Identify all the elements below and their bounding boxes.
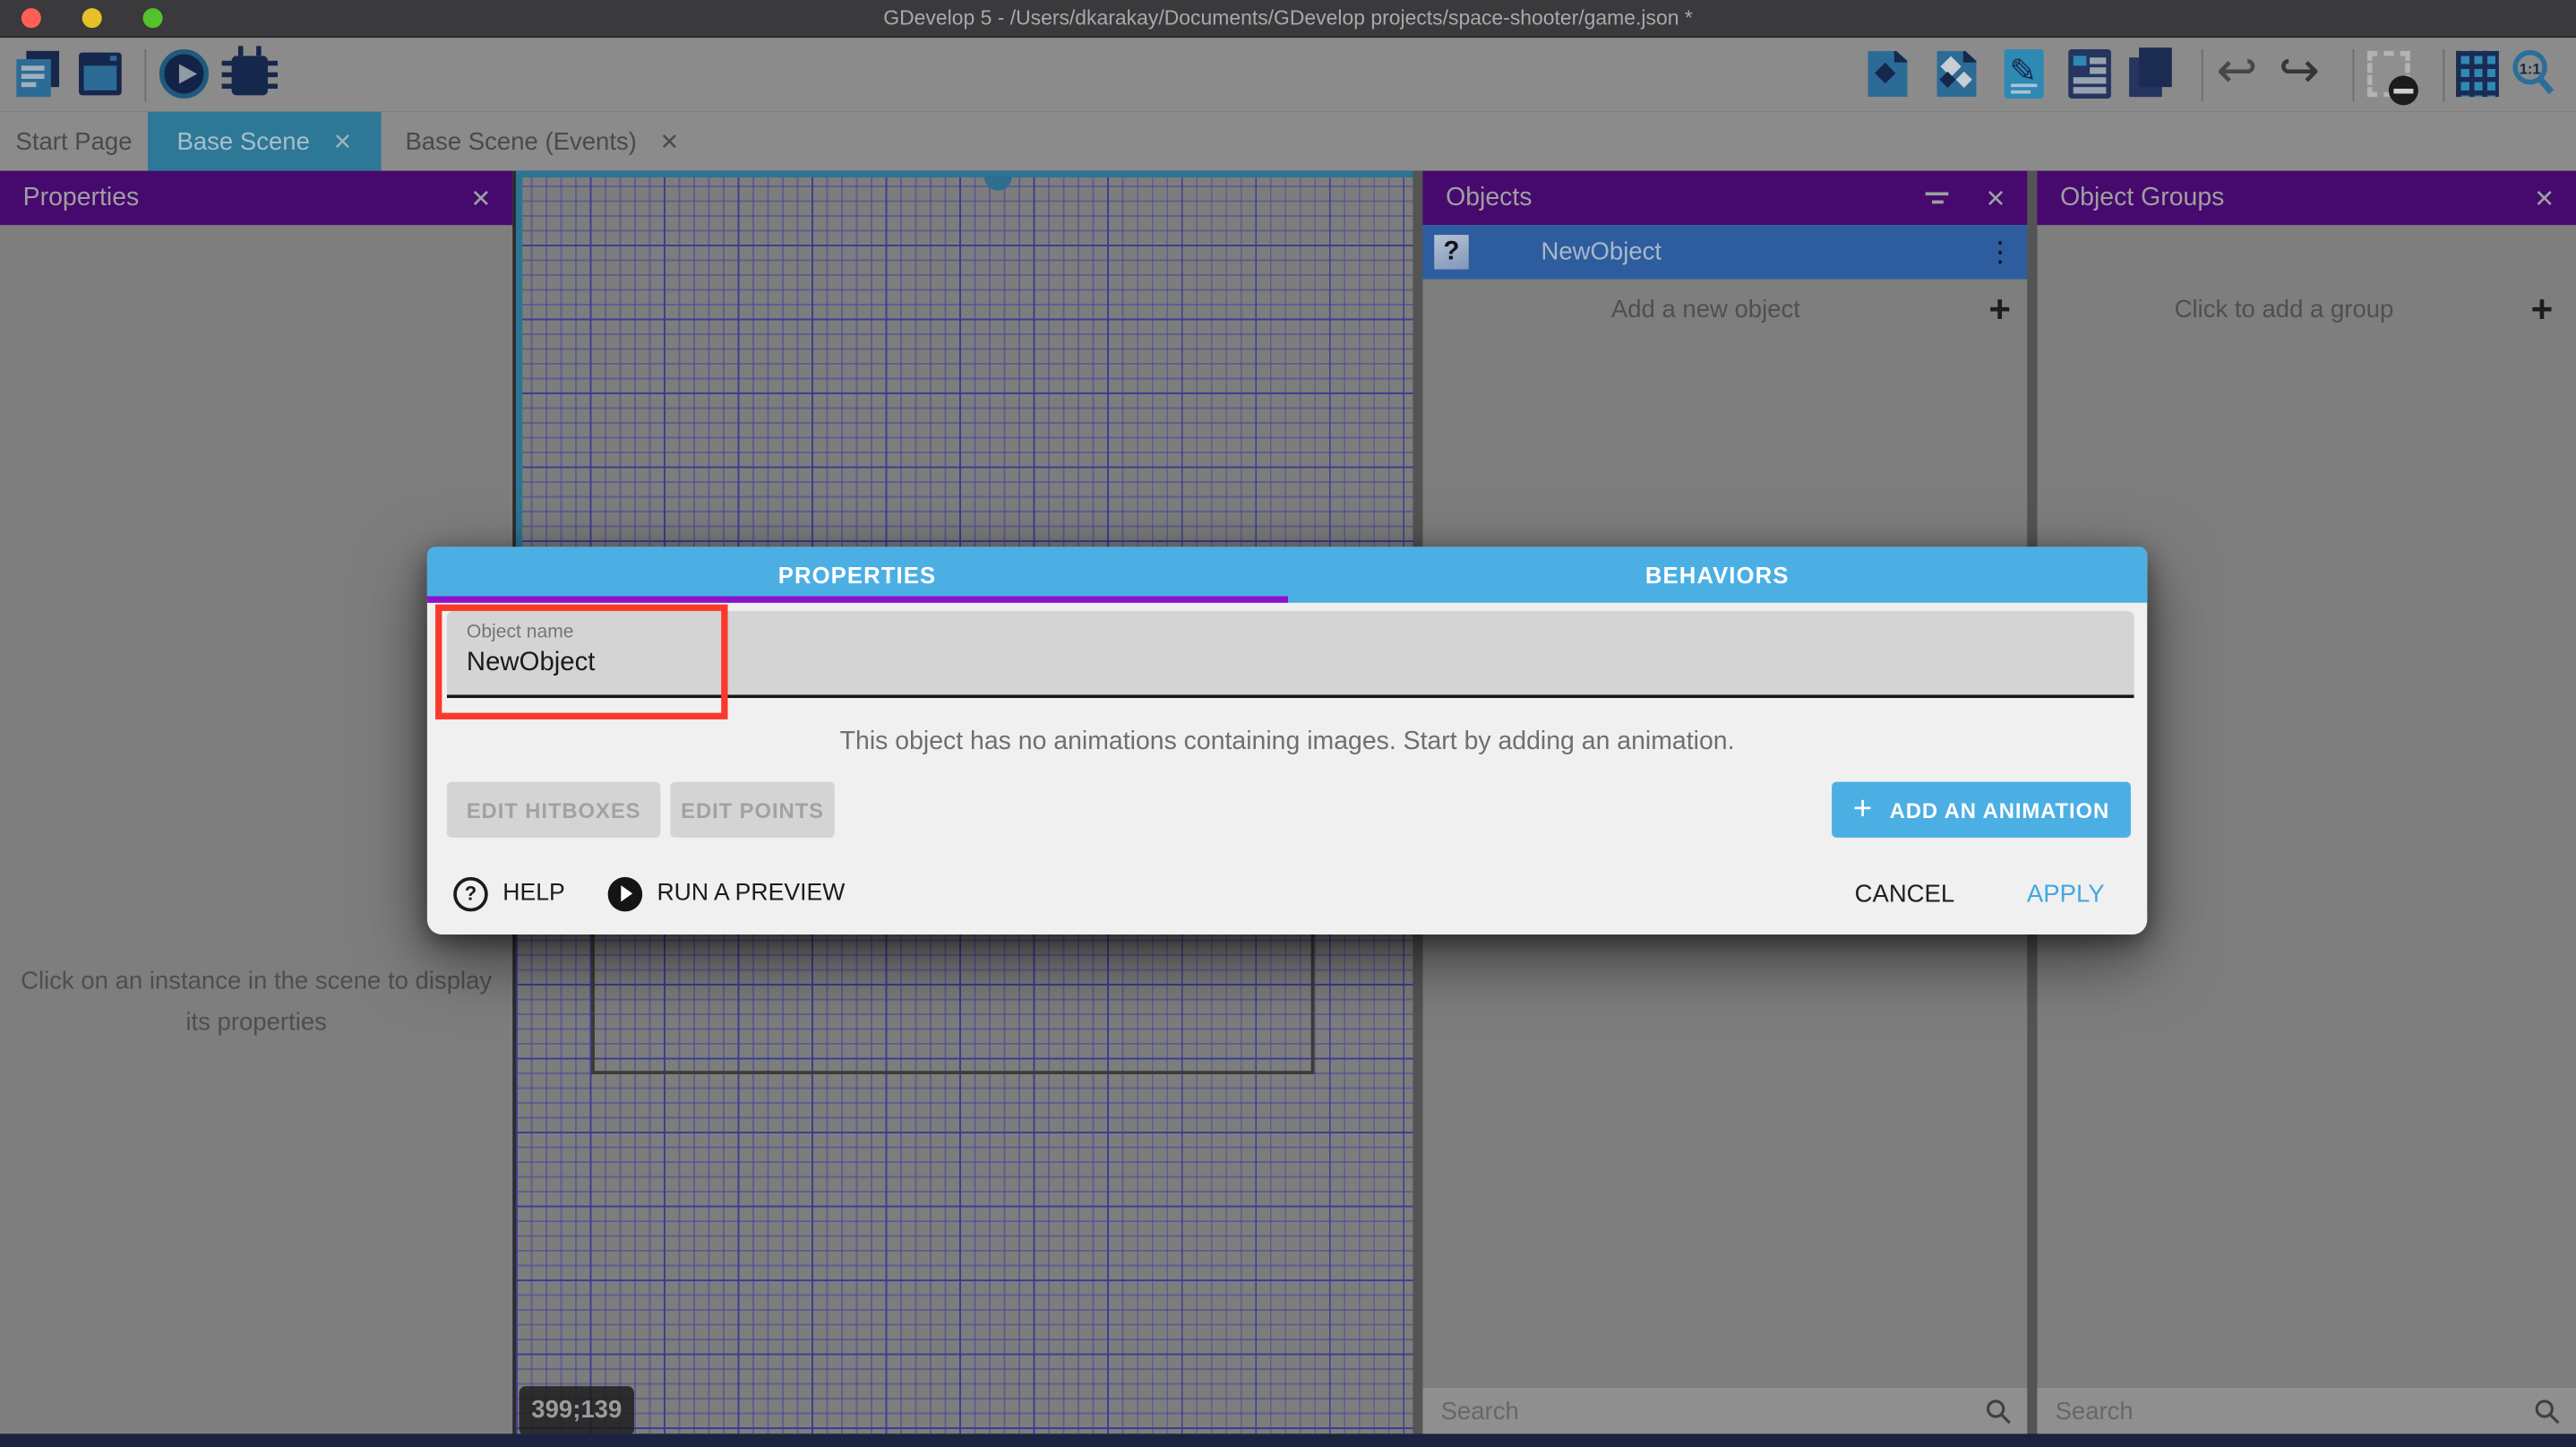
no-animations-message: This object has no animations containing… <box>427 728 2147 757</box>
minimize-window-button[interactable] <box>82 8 102 28</box>
edit-events-list-icon[interactable] <box>2068 49 2111 99</box>
play-icon[interactable] <box>607 876 642 910</box>
add-object-label: Add a new object <box>1422 296 1988 323</box>
tab-label: Start Page <box>16 127 133 155</box>
tab-label: Base Scene <box>177 127 310 155</box>
object-name: NewObject <box>1541 238 1986 266</box>
copies-stack-icon[interactable] <box>2129 57 2162 97</box>
close-panel-icon[interactable]: ✕ <box>470 183 491 212</box>
groups-search-input[interactable] <box>2037 1395 2533 1426</box>
tab-label: Base Scene (Events) <box>405 127 636 155</box>
objects-search-bar <box>1422 1388 2027 1434</box>
plus-icon[interactable]: + <box>1988 288 2011 332</box>
add-group-label: Click to add a group <box>2037 296 2530 323</box>
main-toolbar: ✎ ↩ ↪ 1:1 <box>0 38 2576 111</box>
plus-icon: + <box>1853 791 1873 829</box>
window-control-dot <box>110 56 116 60</box>
publish-project-icon[interactable] <box>1937 51 1977 97</box>
canvas-left-scrollbar[interactable] <box>516 171 522 599</box>
annotation-highlight-rectangle <box>435 605 727 719</box>
kebab-menu-icon[interactable]: ⋮ <box>1987 236 2014 269</box>
tab-base-scene-events[interactable]: Base Scene (Events) ✕ <box>382 112 704 171</box>
debug-icon[interactable] <box>232 56 268 95</box>
redo-icon[interactable]: ↪ <box>2279 47 2320 97</box>
window-title: GDevelop 5 - /Users/dkarakay/Documents/G… <box>0 0 2576 36</box>
dialog-footer: ? HELP RUN A PREVIEW CANCEL APPLY <box>427 869 2147 918</box>
help-button[interactable]: HELP <box>502 881 564 907</box>
canvas-top-scrollbar[interactable] <box>516 171 1416 177</box>
properties-empty-message: Click on an instance in the scene to dis… <box>0 960 512 1043</box>
toggle-grid-icon[interactable] <box>2456 51 2499 97</box>
edit-points-button[interactable]: EDIT POINTS <box>670 782 834 838</box>
editor-tabbar: Start Page Base Scene ✕ Base Scene (Even… <box>0 112 2576 171</box>
help-icon[interactable]: ? <box>453 876 488 910</box>
groups-search-bar <box>2037 1388 2576 1434</box>
object-thumbnail-icon: ? <box>1434 235 1469 269</box>
search-icon <box>2533 1397 2561 1425</box>
macos-titlebar: GDevelop 5 - /Users/dkarakay/Documents/G… <box>0 0 2576 38</box>
object-editor-dialog: PROPERTIES BEHAVIORS Object name NewObje… <box>427 547 2147 935</box>
screenshot-root: GDevelop 5 - /Users/dkarakay/Documents/G… <box>0 0 2576 1447</box>
add-object-row[interactable]: Add a new object + <box>1422 280 2027 340</box>
filter-icon[interactable] <box>1926 187 1949 209</box>
tab-start-page[interactable]: Start Page <box>0 112 148 171</box>
undo-icon[interactable]: ↩ <box>2216 47 2257 97</box>
properties-panel-header: Properties ✕ <box>0 171 512 225</box>
objects-panel-header: Objects ✕ <box>1422 171 2027 225</box>
cancel-button[interactable]: CANCEL <box>1855 880 1955 908</box>
close-tab-icon[interactable]: ✕ <box>333 127 353 155</box>
close-panel-icon[interactable]: ✕ <box>1985 183 2005 212</box>
export-project-icon[interactable] <box>1868 51 1907 97</box>
scroll-thumb[interactable] <box>984 176 1012 190</box>
cursor-coordinates-badge: 399;139 <box>519 1386 634 1434</box>
start-page-window-icon[interactable] <box>79 53 122 96</box>
panel-title: Properties <box>23 183 471 212</box>
dialog-tab-properties[interactable]: PROPERTIES <box>427 547 1287 602</box>
project-manager-icon[interactable] <box>16 51 59 97</box>
dialog-tabbar: PROPERTIES BEHAVIORS <box>427 547 2147 602</box>
close-window-button[interactable] <box>21 8 41 28</box>
close-panel-icon[interactable]: ✕ <box>2534 183 2555 212</box>
gdevelop-window: GDevelop 5 - /Users/dkarakay/Documents/G… <box>0 0 2576 1447</box>
panel-title: Object Groups <box>2060 183 2534 212</box>
object-groups-panel-header: Object Groups ✕ <box>2037 171 2576 225</box>
toolbar-divider <box>2443 49 2444 102</box>
apply-button[interactable]: APPLY <box>2027 880 2105 908</box>
objects-search-input[interactable] <box>1422 1395 1984 1426</box>
run-preview-button[interactable]: RUN A PREVIEW <box>657 881 845 907</box>
edit-hitboxes-button[interactable]: EDIT HITBOXES <box>447 782 660 838</box>
toolbar-divider <box>2202 49 2203 102</box>
panel-title: Objects <box>1446 183 1926 212</box>
zoom-original-icon[interactable]: 1:1 <box>2511 49 2556 95</box>
dialog-tab-behaviors[interactable]: BEHAVIORS <box>1287 547 2147 602</box>
add-group-row[interactable]: Click to add a group + <box>2037 280 2576 340</box>
toolbar-divider <box>2353 49 2355 102</box>
close-tab-icon[interactable]: ✕ <box>660 127 680 155</box>
plus-icon[interactable]: + <box>2531 288 2554 332</box>
search-icon <box>1985 1397 2013 1425</box>
edit-scene-icon[interactable]: ✎ <box>2005 49 2044 99</box>
preview-play-icon[interactable] <box>159 49 209 99</box>
tab-base-scene[interactable]: Base Scene ✕ <box>148 112 381 171</box>
window-bottom-edge <box>0 1434 2576 1447</box>
svg-text:1:1: 1:1 <box>2520 61 2541 77</box>
toggle-mask-icon[interactable] <box>2367 51 2410 97</box>
maximize-window-button[interactable] <box>143 8 163 28</box>
object-list-item-selected[interactable]: ? NewObject ⋮ <box>1422 225 2027 279</box>
add-animation-button[interactable]: + ADD AN ANIMATION <box>1832 782 2131 838</box>
active-tab-indicator <box>427 596 1288 602</box>
toolbar-divider <box>144 49 146 102</box>
